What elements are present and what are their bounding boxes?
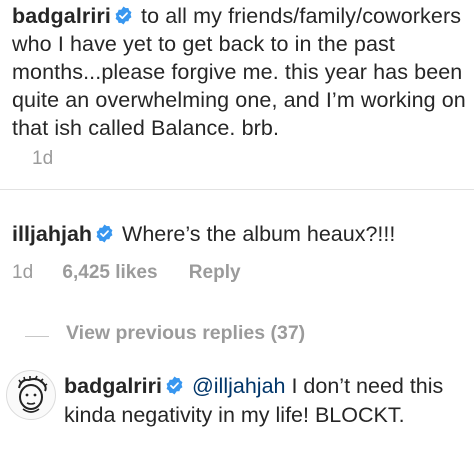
comment-likes[interactable]: 6,425 likes (62, 262, 157, 283)
comment: illjahjah Where’s the album heaux?!!! (12, 220, 472, 248)
caption-username[interactable]: badgalriri (12, 4, 111, 28)
comment-timestamp: 1d (12, 262, 34, 283)
divider (0, 189, 474, 190)
caption-text-first-line: to all my friends/family/coworkers (141, 4, 462, 28)
reply-comment: badgalriri @illjahjah I don’t need this … (64, 372, 474, 429)
view-previous-replies-button[interactable]: View previous replies (37) (66, 322, 305, 345)
avatar[interactable] (6, 370, 56, 420)
comment-meta: 1d 6,425 likes Reply (12, 262, 241, 284)
mention-link[interactable]: @illjahjah (192, 374, 286, 398)
caption-text-rest: who I have yet to get back to in the pas… (12, 32, 466, 140)
verified-badge-icon (166, 376, 183, 395)
reply-username[interactable]: badgalriri (64, 374, 162, 398)
post-caption: badgalriri to all my friends/family/cowo… (12, 2, 474, 142)
reply-button[interactable]: Reply (189, 262, 241, 283)
verified-badge-icon (96, 224, 113, 243)
verified-badge-icon (115, 6, 132, 25)
replies-divider-line (25, 336, 49, 337)
comment-text: Where’s the album heaux?!!! (122, 222, 396, 246)
caption-timestamp: 1d (32, 148, 54, 169)
comment-username[interactable]: illjahjah (12, 222, 92, 246)
profile-avatar-sketch (18, 375, 48, 413)
